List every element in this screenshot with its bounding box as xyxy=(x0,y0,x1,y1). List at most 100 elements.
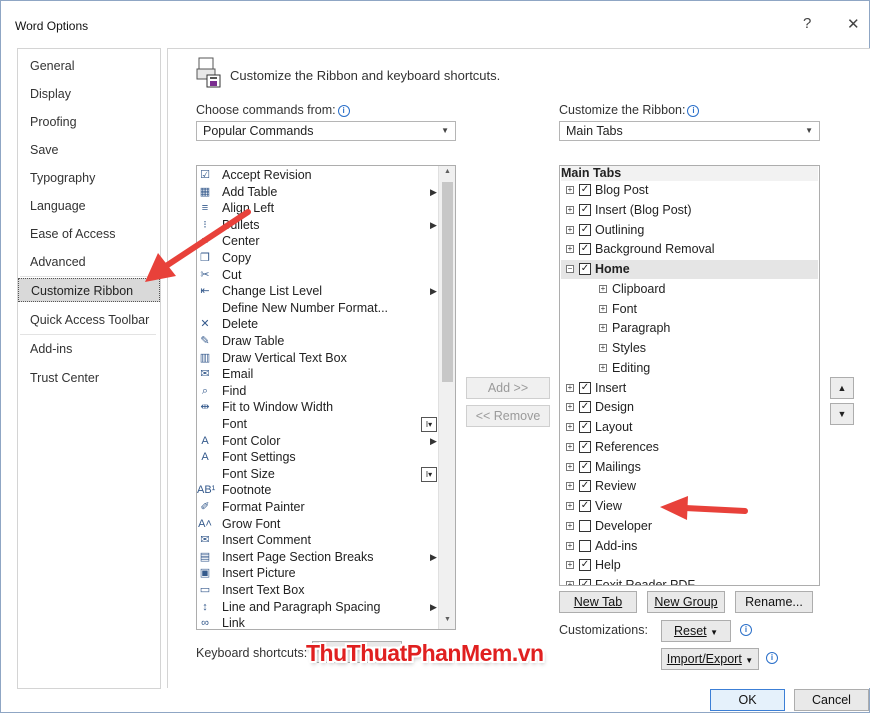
tree-item-references[interactable]: + ✓ References xyxy=(561,438,818,457)
command-item[interactable]: AB¹ Footnote xyxy=(197,482,437,499)
command-item[interactable]: A˄ Grow Font xyxy=(197,516,437,533)
nav-item-language[interactable]: Language xyxy=(18,194,160,218)
expand-icon[interactable]: + xyxy=(599,284,607,293)
choose-commands-dropdown[interactable]: Popular Commands ▼ xyxy=(196,121,456,141)
nav-item-ease-of-access[interactable]: Ease of Access xyxy=(18,222,160,246)
tree-item-blog-post[interactable]: + ✓ Blog Post xyxy=(561,181,818,200)
expand-icon[interactable]: + xyxy=(566,225,574,234)
command-item[interactable]: ⌕ Find xyxy=(197,383,437,400)
tab-checkbox[interactable]: ✓ xyxy=(579,203,591,216)
expand-icon[interactable]: + xyxy=(566,462,574,471)
command-item[interactable]: ▣ Insert Picture xyxy=(197,565,437,582)
command-item[interactable]: ▤ Insert Page Section Breaks ▶ xyxy=(197,549,437,566)
tree-item-background-removal[interactable]: + ✓ Background Removal xyxy=(561,240,818,259)
expand-icon[interactable]: + xyxy=(566,205,574,214)
tree-item-editing[interactable]: + Editing xyxy=(561,359,818,378)
expand-icon[interactable]: + xyxy=(566,581,574,585)
expand-icon[interactable]: + xyxy=(566,423,574,431)
tab-checkbox[interactable] xyxy=(579,539,591,552)
tab-checkbox[interactable]: ✓ xyxy=(579,460,591,473)
tab-checkbox[interactable]: ✓ xyxy=(579,500,591,512)
expand-icon[interactable]: + xyxy=(566,383,574,392)
command-item[interactable]: Font Size I▾ xyxy=(197,466,437,483)
expand-icon[interactable]: + xyxy=(566,502,574,510)
scrollbar-thumb[interactable] xyxy=(442,182,453,382)
expand-icon[interactable]: + xyxy=(599,363,607,372)
tree-item-home[interactable]: − ✓ Home xyxy=(561,260,818,279)
tree-item-layout[interactable]: + ✓ Layout xyxy=(561,418,818,437)
expand-icon[interactable]: + xyxy=(566,245,574,254)
ribbon-tabs-tree[interactable]: Main Tabs + ✓ Blog Post + ✓ Insert (Blog Post… xyxy=(559,165,820,586)
command-item[interactable]: ✕ Delete xyxy=(197,316,437,333)
ok-button[interactable]: OK xyxy=(710,689,785,711)
command-item[interactable]: A Font Settings xyxy=(197,449,437,466)
move-up-button[interactable]: ▲ xyxy=(830,377,854,399)
reset-button[interactable]: Reset ▼ xyxy=(661,620,731,642)
command-item[interactable]: A Font Color ▶ xyxy=(197,433,437,450)
close-button[interactable]: ✕ xyxy=(847,15,860,33)
command-item[interactable]: ∞ Link xyxy=(197,615,437,629)
scroll-down-icon[interactable]: ▼ xyxy=(439,616,455,623)
tab-checkbox[interactable]: ✓ xyxy=(579,559,591,572)
expand-icon[interactable]: + xyxy=(599,344,607,352)
tree-item-foxit-reader-pdf[interactable]: + ✓ Foxit Reader PDF xyxy=(561,576,818,585)
expand-icon[interactable]: + xyxy=(566,403,574,412)
nav-item-advanced[interactable]: Advanced xyxy=(18,250,160,274)
expand-icon[interactable]: + xyxy=(566,541,574,550)
import-export-button[interactable]: Import/Export ▼ xyxy=(661,648,759,670)
command-item[interactable]: ▥ Draw Vertical Text Box xyxy=(197,350,437,367)
nav-item-quick-access-toolbar[interactable]: Quick Access Toolbar xyxy=(18,308,160,332)
tree-item-font[interactable]: + Font xyxy=(561,300,818,319)
new-tab-button[interactable]: New Tab xyxy=(559,591,637,613)
remove-button[interactable]: << Remove xyxy=(466,405,550,427)
tab-checkbox[interactable]: ✓ xyxy=(579,401,591,414)
tab-checkbox[interactable]: ✓ xyxy=(579,421,591,433)
commands-scrollbar[interactable]: ▲ ▼ xyxy=(438,166,455,629)
tree-item-paragraph[interactable]: + Paragraph xyxy=(561,319,818,338)
tree-item-insert-blog-post-[interactable]: + ✓ Insert (Blog Post) xyxy=(561,201,818,220)
tree-item-design[interactable]: + ✓ Design xyxy=(561,398,818,417)
nav-item-customize-ribbon[interactable]: Customize Ribbon xyxy=(18,278,160,302)
tab-checkbox[interactable]: ✓ xyxy=(579,184,591,196)
command-item[interactable]: ⇤ Change List Level ▶ xyxy=(197,283,437,300)
tree-item-outlining[interactable]: + ✓ Outlining xyxy=(561,221,818,240)
collapse-icon[interactable]: − xyxy=(566,265,574,273)
nav-item-proofing[interactable]: Proofing xyxy=(18,110,160,134)
tab-checkbox[interactable]: ✓ xyxy=(579,480,591,493)
command-item[interactable]: ≡ Center xyxy=(197,233,437,250)
move-down-button[interactable]: ▼ xyxy=(830,403,854,425)
command-item[interactable]: ✂ Cut xyxy=(197,267,437,284)
cancel-button[interactable]: Cancel xyxy=(794,689,869,711)
nav-item-trust-center[interactable]: Trust Center xyxy=(18,366,160,390)
tab-checkbox[interactable]: ✓ xyxy=(579,223,591,236)
tree-item-view[interactable]: + ✓ View xyxy=(561,497,818,516)
new-group-button[interactable]: New Group xyxy=(647,591,725,613)
tab-checkbox[interactable]: ✓ xyxy=(579,440,591,453)
command-item[interactable]: ✐ Format Painter xyxy=(197,499,437,516)
command-item[interactable]: ✉ Insert Comment xyxy=(197,532,437,549)
expand-icon[interactable]: + xyxy=(566,442,574,451)
command-item[interactable]: ⁝ Bullets ▶ xyxy=(197,217,437,234)
tab-checkbox[interactable]: ✓ xyxy=(579,381,591,394)
command-item[interactable]: ⇹ Fit to Window Width xyxy=(197,399,437,416)
expand-icon[interactable]: + xyxy=(566,561,574,570)
expand-icon[interactable]: + xyxy=(599,324,607,333)
customize-ribbon-dropdown[interactable]: Main Tabs ▼ xyxy=(559,121,820,141)
tree-item-help[interactable]: + ✓ Help xyxy=(561,556,818,575)
expand-icon[interactable]: + xyxy=(566,521,574,530)
tree-item-review[interactable]: + ✓ Review xyxy=(561,477,818,496)
tree-item-mailings[interactable]: + ✓ Mailings xyxy=(561,458,818,477)
command-item[interactable]: ▭ Insert Text Box xyxy=(197,582,437,599)
nav-item-general[interactable]: General xyxy=(18,54,160,78)
expand-icon[interactable]: + xyxy=(566,482,574,491)
command-item[interactable]: Font I▾ xyxy=(197,416,437,433)
tree-item-styles[interactable]: + Styles xyxy=(561,339,818,358)
scroll-up-icon[interactable]: ▲ xyxy=(439,168,455,175)
nav-item-typography[interactable]: Typography xyxy=(18,166,160,190)
help-button[interactable]: ? xyxy=(803,15,811,32)
command-item[interactable]: ↕ Line and Paragraph Spacing ▶ xyxy=(197,599,437,616)
tab-checkbox[interactable] xyxy=(579,519,591,532)
command-item[interactable]: ☑ Accept Revision xyxy=(197,167,437,184)
tree-item-add-ins[interactable]: + Add-ins xyxy=(561,537,818,556)
command-item[interactable]: ▦ Add Table ▶ xyxy=(197,184,437,201)
